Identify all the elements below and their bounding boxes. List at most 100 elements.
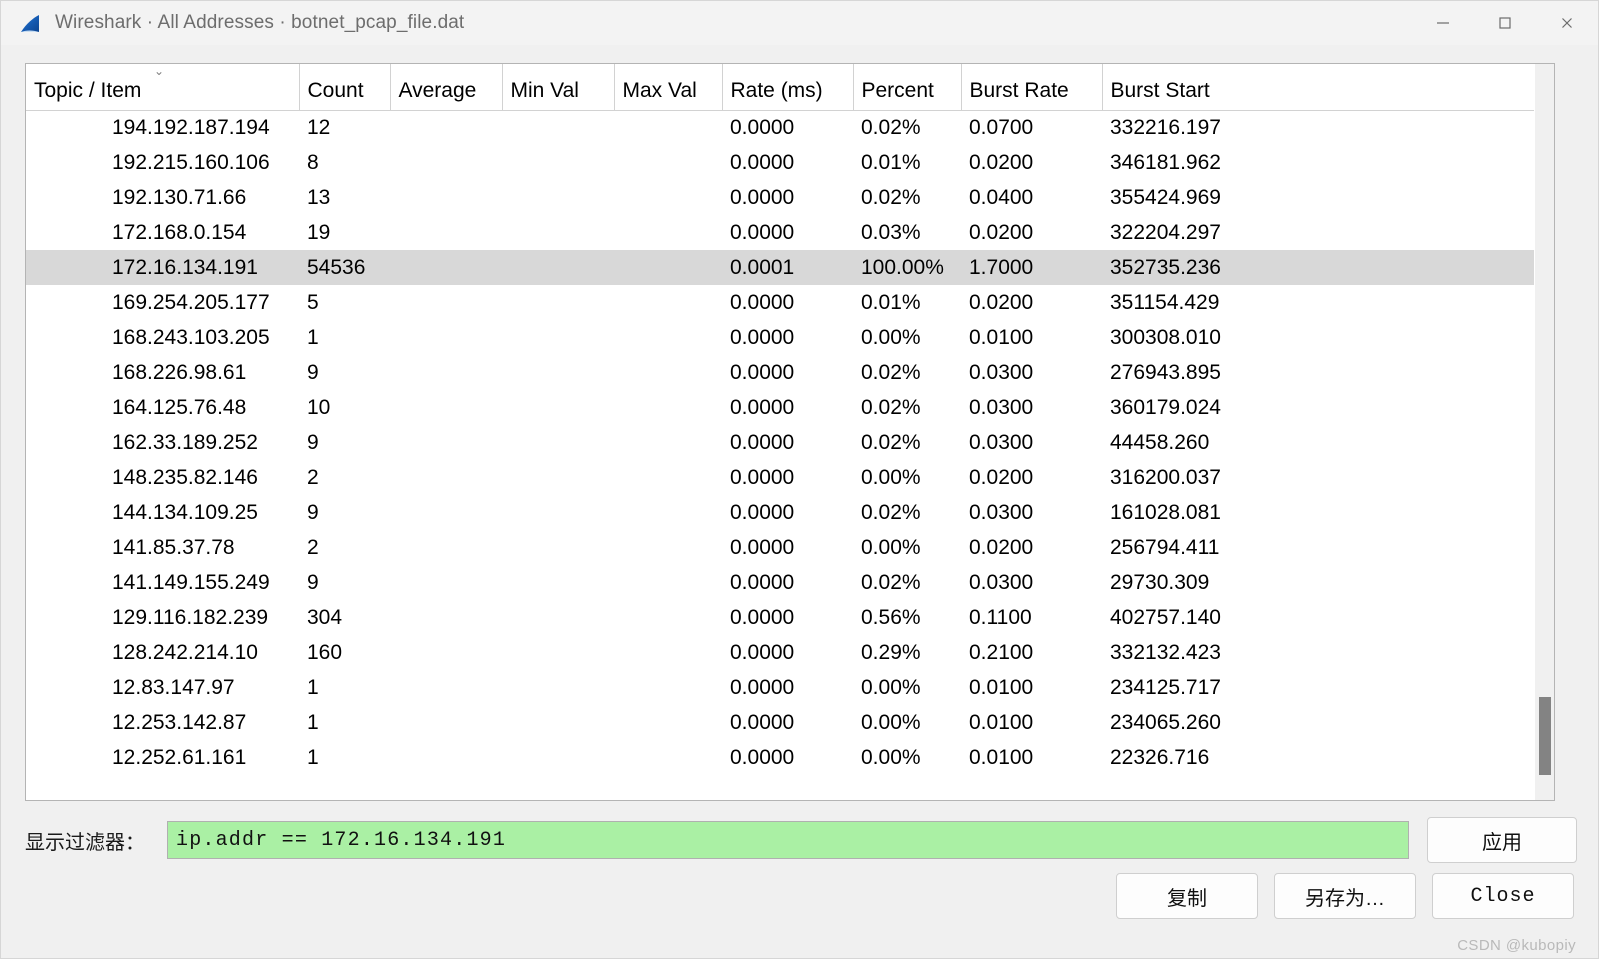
- cell-burst-rate: 0.0100: [969, 325, 1034, 349]
- cell-average: [390, 320, 502, 355]
- cell-count: 9: [307, 430, 319, 454]
- cell-percent: 0.01%: [861, 290, 921, 314]
- column-header-max-val[interactable]: Max Val: [614, 64, 723, 111]
- apply-button[interactable]: 应用: [1427, 817, 1577, 863]
- cell-min: [502, 250, 614, 285]
- cell-percent: 0.01%: [861, 150, 921, 174]
- cell-burst-start: 234125.717: [1110, 675, 1221, 699]
- statistics-table-panel: ⌄ Topic / Item Count Average Min Val Max…: [25, 63, 1555, 801]
- cell-min: [502, 670, 614, 705]
- cell-burst-rate: 1.7000: [961, 250, 1102, 285]
- cell-percent: 0.00%: [861, 535, 921, 559]
- cell-max: [614, 145, 722, 180]
- maximize-icon[interactable]: [1474, 1, 1536, 45]
- table-row[interactable]: 141.149.155.249 9 0.0000 0.02% 0.0300 29730.3…: [26, 565, 1554, 600]
- table-row[interactable]: 162.33.189.252 9 0.0000 0.02% 0.0300 44458.26…: [26, 425, 1554, 460]
- cell-count: 12: [307, 115, 331, 139]
- cell-rate: 0.0000: [730, 325, 795, 349]
- title-bar: Wireshark · All Addresses · botnet_pcap_…: [1, 1, 1598, 45]
- cell-burst-rate: 0.0300: [969, 395, 1034, 419]
- cell-topic-item: 192.130.71.66: [112, 185, 247, 209]
- cell-min: [502, 635, 614, 670]
- column-header-percent[interactable]: Percent: [853, 64, 962, 111]
- table-row[interactable]: 12.253.142.87 1 0.0000 0.00% 0.0100 234065.26…: [26, 705, 1554, 740]
- cell-burst-start: 22326.716: [1110, 745, 1210, 769]
- table-row[interactable]: 148.235.82.146 2 0.0000 0.00% 0.0200 316200.0…: [26, 460, 1554, 495]
- cell-topic-item: 12.252.61.161: [112, 745, 247, 769]
- cell-max: [614, 180, 722, 215]
- cell-average: [390, 285, 502, 320]
- window-controls: [1412, 1, 1598, 45]
- cell-average: [390, 740, 502, 775]
- table-row[interactable]: 192.130.71.66 13 0.0000 0.02% 0.0400 355424.9…: [26, 180, 1554, 215]
- cell-rate: 0.0000: [730, 150, 795, 174]
- close-icon[interactable]: [1536, 1, 1598, 45]
- cell-average: [390, 355, 502, 390]
- scrollbar-thumb[interactable]: [1539, 697, 1551, 775]
- cell-burst-rate: 0.0200: [969, 290, 1034, 314]
- cell-max: [614, 565, 722, 600]
- cell-average: [390, 495, 502, 530]
- cell-count: 160: [307, 640, 343, 664]
- cell-rate: 0.0000: [730, 185, 795, 209]
- copy-button[interactable]: 复制: [1116, 873, 1258, 919]
- table-row[interactable]: 169.254.205.177 5 0.0000 0.01% 0.0200 351154.…: [26, 285, 1554, 320]
- cell-rate: 0.0000: [730, 745, 795, 769]
- cell-burst-start: 355424.969: [1110, 185, 1221, 209]
- close-button[interactable]: Close: [1432, 873, 1574, 919]
- display-filter-input[interactable]: [167, 821, 1409, 859]
- cell-min: [502, 110, 614, 145]
- cell-count: 2: [307, 465, 319, 489]
- cell-burst-rate: 0.0300: [969, 500, 1034, 524]
- cell-burst-rate: 0.2100: [969, 640, 1034, 664]
- table-row[interactable]: 172.168.0.154 19 0.0000 0.03% 0.0200 322204.2…: [26, 215, 1554, 250]
- cell-min: [502, 180, 614, 215]
- cell-max: [614, 390, 722, 425]
- table-row[interactable]: 172.16.134.191 54536 0.0001 100.00% 1.7000 35…: [26, 250, 1554, 285]
- cell-burst-start: 234065.260: [1110, 710, 1221, 734]
- cell-percent: 0.02%: [861, 185, 921, 209]
- cell-topic-item: 12.83.147.97: [112, 675, 235, 699]
- table-row[interactable]: 194.192.187.194 12 0.0000 0.02% 0.0700 332216…: [26, 110, 1554, 145]
- table-row[interactable]: 12.252.61.161 1 0.0000 0.00% 0.0100 22326.716: [26, 740, 1554, 775]
- cell-count: 54536: [299, 250, 390, 285]
- cell-rate: 0.0000: [730, 535, 795, 559]
- cell-min: [502, 565, 614, 600]
- cell-burst-start: 161028.081: [1110, 500, 1221, 524]
- table-row[interactable]: 141.85.37.78 2 0.0000 0.00% 0.0200 256794.411: [26, 530, 1554, 565]
- table-row[interactable]: 128.242.214.10 160 0.0000 0.29% 0.2100 332132…: [26, 635, 1554, 670]
- table-row[interactable]: 144.134.109.25 9 0.0000 0.02% 0.0300 161028.0…: [26, 495, 1554, 530]
- cell-average: [390, 460, 502, 495]
- cell-max: [614, 285, 722, 320]
- cell-burst-start: 322204.297: [1110, 220, 1221, 244]
- cell-percent: 0.00%: [861, 465, 921, 489]
- table-row[interactable]: 192.215.160.106 8 0.0000 0.01% 0.0200 346181.…: [26, 145, 1554, 180]
- table-row[interactable]: 168.243.103.205 1 0.0000 0.00% 0.0100 300308.…: [26, 320, 1554, 355]
- table-row[interactable]: 168.226.98.61 9 0.0000 0.02% 0.0300 276943.89…: [26, 355, 1554, 390]
- column-header-average[interactable]: Average: [390, 64, 503, 111]
- column-header-rate-ms[interactable]: Rate (ms): [722, 64, 854, 111]
- cell-burst-start: 352735.236: [1102, 250, 1554, 285]
- table-row[interactable]: 129.116.182.239 304 0.0000 0.56% 0.1100 40275…: [26, 600, 1554, 635]
- cell-rate: 0.0000: [730, 360, 795, 384]
- column-header-topic-item[interactable]: ⌄ Topic / Item: [26, 64, 300, 111]
- cell-min: [502, 390, 614, 425]
- column-header-min-val[interactable]: Min Val: [502, 64, 615, 111]
- cell-percent: 0.29%: [861, 640, 921, 664]
- cell-burst-rate: 0.0300: [969, 570, 1034, 594]
- column-header-burst-rate[interactable]: Burst Rate: [961, 64, 1103, 111]
- minimize-icon[interactable]: [1412, 1, 1474, 45]
- dialog-button-row: 复制 另存为… Close: [1116, 873, 1574, 919]
- table-row[interactable]: 164.125.76.48 10 0.0000 0.02% 0.0300 360179.0…: [26, 390, 1554, 425]
- column-header-count[interactable]: Count: [299, 64, 391, 111]
- cell-average: [390, 600, 502, 635]
- cell-average: [390, 425, 502, 460]
- table-vertical-scrollbar[interactable]: [1534, 64, 1554, 800]
- cell-min: [502, 600, 614, 635]
- column-header-burst-start[interactable]: Burst Start: [1102, 64, 1554, 111]
- cell-count: 19: [307, 220, 331, 244]
- cell-max: [614, 530, 722, 565]
- save-as-button[interactable]: 另存为…: [1274, 873, 1416, 919]
- table-row[interactable]: 12.83.147.97 1 0.0000 0.00% 0.0100 234125.717: [26, 670, 1554, 705]
- cell-topic-item: 168.226.98.61: [112, 360, 247, 384]
